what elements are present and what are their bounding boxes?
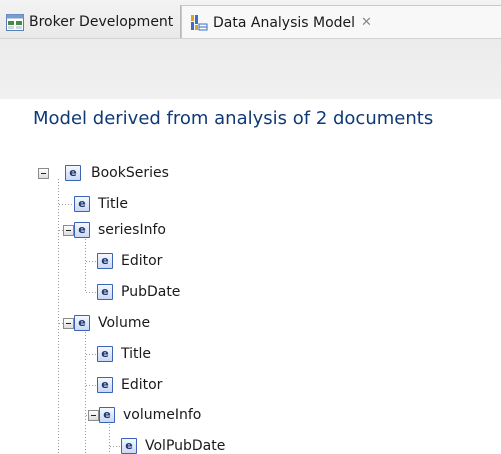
tree-node-volumeinfo[interactable]: volumeInfo xyxy=(123,407,201,423)
element-icon: e xyxy=(99,407,115,423)
element-icon: e xyxy=(97,253,113,269)
element-icon: e xyxy=(74,196,90,212)
tree-node-title[interactable]: Title xyxy=(98,196,128,212)
collapse-toggle-volumeinfo[interactable] xyxy=(88,410,99,421)
element-icon: e xyxy=(65,165,81,181)
tree-node-pubdate[interactable]: PubDate xyxy=(121,284,180,300)
editor-window: Broker Development Data Analysis Model ✕… xyxy=(0,0,501,454)
tree-node-seriesinfo[interactable]: seriesInfo xyxy=(98,222,166,238)
element-icon: e xyxy=(121,438,137,454)
collapse-toggle-seriesinfo[interactable] xyxy=(63,225,74,236)
tree-node-bookseries[interactable]: BookSeries xyxy=(91,165,169,181)
collapse-toggle-bookseries[interactable] xyxy=(38,168,49,179)
element-icon: e xyxy=(74,222,90,238)
element-icon: e xyxy=(97,346,113,362)
element-icon: e xyxy=(74,315,90,331)
collapse-toggle-volume[interactable] xyxy=(63,318,74,329)
tree-node-volpubdate[interactable]: VolPubDate xyxy=(145,438,225,454)
tree-node-editor[interactable]: Editor xyxy=(121,377,162,393)
element-icon: e xyxy=(97,377,113,393)
tree-node-volume[interactable]: Volume xyxy=(98,315,150,331)
tree-node-title[interactable]: Title xyxy=(121,346,151,362)
element-icon: e xyxy=(97,284,113,300)
element-tree: e BookSeries e Title e seriesInfo e Edit… xyxy=(0,0,501,454)
tree-node-editor[interactable]: Editor xyxy=(121,253,162,269)
